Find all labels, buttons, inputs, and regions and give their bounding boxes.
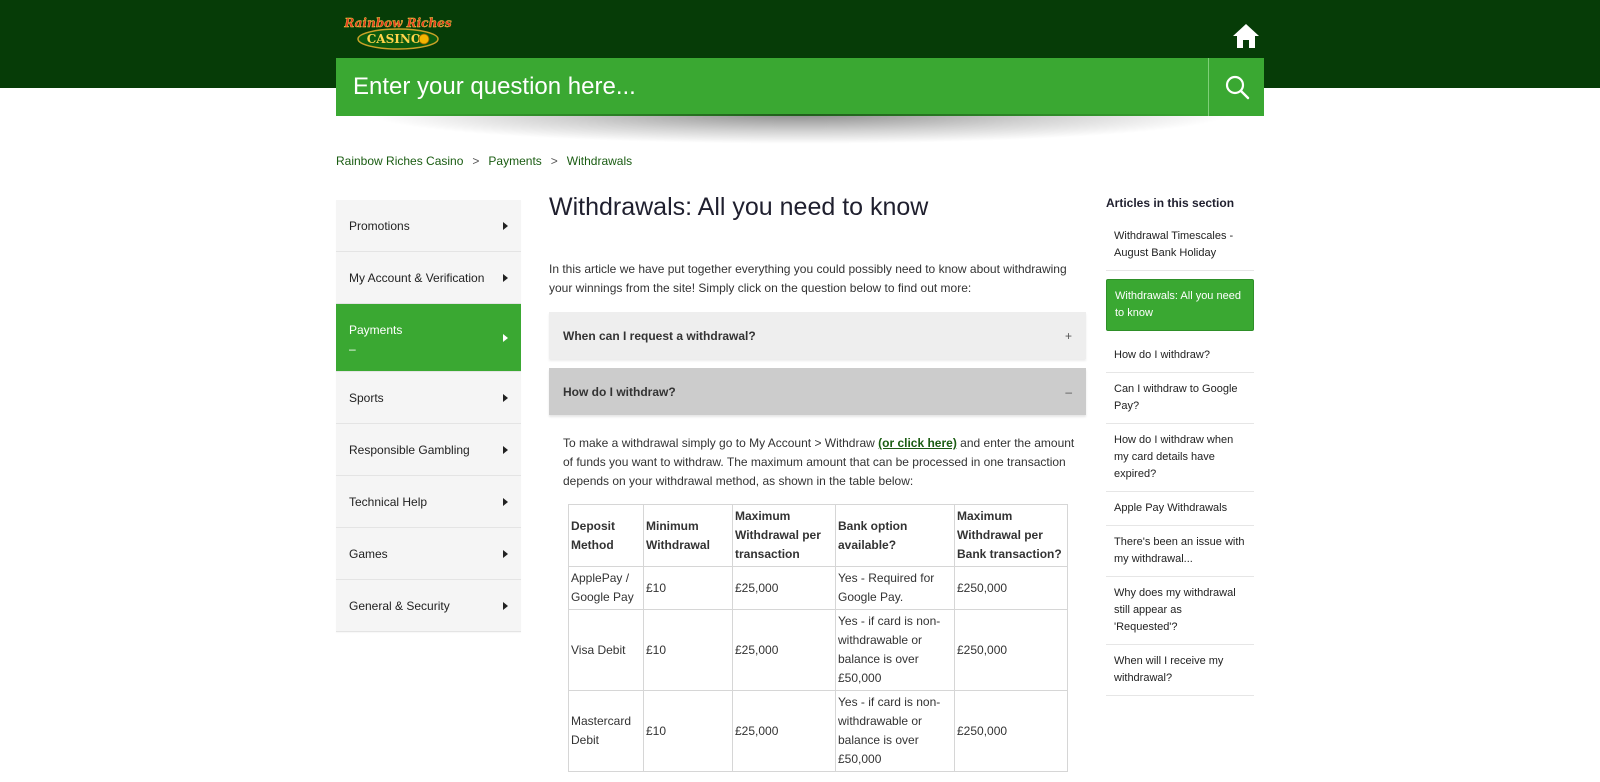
table-cell: £10	[643, 690, 733, 772]
breadcrumb-payments[interactable]: Payments	[488, 154, 541, 168]
table-row: Mastercard Debit £10 £25,000 Yes - if ca…	[568, 690, 1068, 772]
withdraw-click-here-link[interactable]: (or click here)	[878, 436, 957, 450]
breadcrumb-separator: >	[550, 154, 558, 168]
table-cell: £25,000	[732, 609, 836, 691]
caret-right-icon	[503, 393, 508, 402]
caret-right-icon	[503, 601, 508, 610]
breadcrumb-home[interactable]: Rainbow Riches Casino	[336, 154, 463, 168]
sidebar-item-label: General & Security	[349, 598, 450, 613]
table-cell: £10	[643, 609, 733, 691]
category-sidebar: Promotions My Account & Verification Pay…	[336, 200, 521, 632]
caret-right-icon	[503, 549, 508, 558]
svg-text:CASINO: CASINO	[367, 32, 422, 46]
accordion-answer: To make a withdrawal simply go to My Acc…	[563, 434, 1078, 491]
article-link-withdrawal-timescales[interactable]: Withdrawal Timescales - August Bank Holi…	[1106, 220, 1254, 271]
table-header-cell: Maximum Withdrawal per Bank transaction?	[954, 504, 1068, 567]
table-cell: Visa Debit	[568, 609, 644, 691]
sidebar-item-label: Sports	[349, 390, 384, 405]
sidebar-item-payments[interactable]: Payments –	[336, 304, 521, 372]
caret-right-icon	[503, 445, 508, 454]
accordion-when-can-i-request[interactable]: When can I request a withdrawal? +	[549, 312, 1086, 359]
sidebar-item-games[interactable]: Games	[336, 528, 521, 580]
table-cell: £250,000	[954, 609, 1068, 691]
sidebar-expanded-indicator: –	[349, 342, 356, 356]
sidebar-item-sports[interactable]: Sports	[336, 372, 521, 424]
article-title: Withdrawals: All you need to know	[549, 193, 929, 221]
search-shadow	[366, 114, 1234, 144]
sidebar-item-label: Promotions	[349, 218, 410, 233]
search-icon	[1225, 75, 1249, 100]
article-link-still-requested[interactable]: Why does my withdrawal still appear as '…	[1106, 577, 1254, 645]
caret-right-icon	[503, 497, 508, 506]
table-cell: £250,000	[954, 566, 1068, 610]
table-cell: Yes - Required for Google Pay.	[835, 566, 955, 610]
table-cell: £250,000	[954, 690, 1068, 772]
caret-right-icon	[503, 333, 508, 342]
search-input[interactable]	[336, 58, 1206, 116]
accordion-question: How do I withdraw?	[563, 384, 676, 399]
caret-right-icon	[503, 273, 508, 282]
table-row: Visa Debit £10 £25,000 Yes - if card is …	[568, 609, 1068, 691]
sidebar-item-responsible-gambling[interactable]: Responsible Gambling	[336, 424, 521, 476]
table-cell: £10	[643, 566, 733, 610]
search-bar	[336, 58, 1264, 116]
collapse-minus-icon: –	[1065, 384, 1072, 399]
breadcrumb-separator: >	[472, 154, 480, 168]
home-icon	[1233, 24, 1259, 48]
table-cell: ApplePay / Google Pay	[568, 566, 644, 610]
table-header-row: Deposit Method Minimum Withdrawal Maximu…	[568, 504, 1068, 567]
section-articles-title: Articles in this section	[1106, 196, 1235, 210]
svg-text:Rainbow Riches: Rainbow Riches	[343, 16, 451, 30]
table-cell: £25,000	[732, 690, 836, 772]
article-intro: In this article we have put together eve…	[549, 262, 1067, 295]
withdrawal-limits-table: Deposit Method Minimum Withdrawal Maximu…	[568, 504, 1068, 772]
sidebar-item-my-account-verification[interactable]: My Account & Verification	[336, 252, 521, 304]
search-button[interactable]	[1208, 58, 1264, 116]
sidebar-item-general-security[interactable]: General & Security	[336, 580, 521, 632]
rainbow-riches-casino-logo[interactable]: Rainbow Riches CASINO	[336, 14, 460, 50]
table-header-cell: Deposit Method	[568, 504, 644, 567]
article-link-when-will-i-receive[interactable]: When will I receive my withdrawal?	[1106, 645, 1254, 696]
article-link-how-do-i-withdraw[interactable]: How do I withdraw?	[1106, 339, 1254, 373]
table-row: ApplePay / Google Pay £10 £25,000 Yes - …	[568, 566, 1068, 610]
table-cell: Yes - if card is non-withdrawable or bal…	[835, 609, 955, 691]
sidebar-item-technical-help[interactable]: Technical Help	[336, 476, 521, 528]
table-cell: £25,000	[732, 566, 836, 610]
answer-text: To make a withdrawal simply go to My Acc…	[563, 436, 879, 450]
sidebar-item-label: Payments	[349, 322, 403, 337]
sidebar-item-label: My Account & Verification	[349, 270, 485, 285]
breadcrumb-withdrawals[interactable]: Withdrawals	[567, 154, 632, 168]
article-link-card-expired[interactable]: How do I withdraw when my card details h…	[1106, 424, 1254, 492]
sidebar-item-label: Games	[349, 546, 388, 561]
expand-plus-icon: +	[1064, 328, 1072, 343]
article-link-issue-with-withdrawal[interactable]: There's been an issue with my withdrawal…	[1106, 526, 1254, 577]
sidebar-item-label: Responsible Gambling	[349, 442, 470, 457]
table-header-cell: Bank option available?	[835, 504, 955, 567]
accordion-question: When can I request a withdrawal?	[563, 328, 756, 343]
section-articles-nav: Articles in this section Withdrawal Time…	[1106, 196, 1254, 696]
caret-right-icon	[503, 221, 508, 230]
table-cell: Mastercard Debit	[568, 690, 644, 772]
home-button[interactable]	[1230, 20, 1262, 52]
article-link-apple-pay-withdrawals[interactable]: Apple Pay Withdrawals	[1106, 492, 1254, 526]
accordion-how-do-i-withdraw[interactable]: How do I withdraw? –	[549, 368, 1086, 415]
sidebar-item-promotions[interactable]: Promotions	[336, 200, 521, 252]
table-header-cell: Maximum Withdrawal per transaction	[732, 504, 836, 567]
article-link-withdrawals-all-you-need[interactable]: Withdrawals: All you need to know	[1106, 279, 1254, 331]
breadcrumb: Rainbow Riches Casino > Payments > Withdrawa…	[336, 154, 632, 168]
table-cell: Yes - if card is non-withdrawable or bal…	[835, 690, 955, 772]
table-header-cell: Minimum Withdrawal	[643, 504, 733, 567]
sidebar-item-label: Technical Help	[349, 494, 428, 509]
article-link-withdraw-google-pay[interactable]: Can I withdraw to Google Pay?	[1106, 373, 1254, 424]
